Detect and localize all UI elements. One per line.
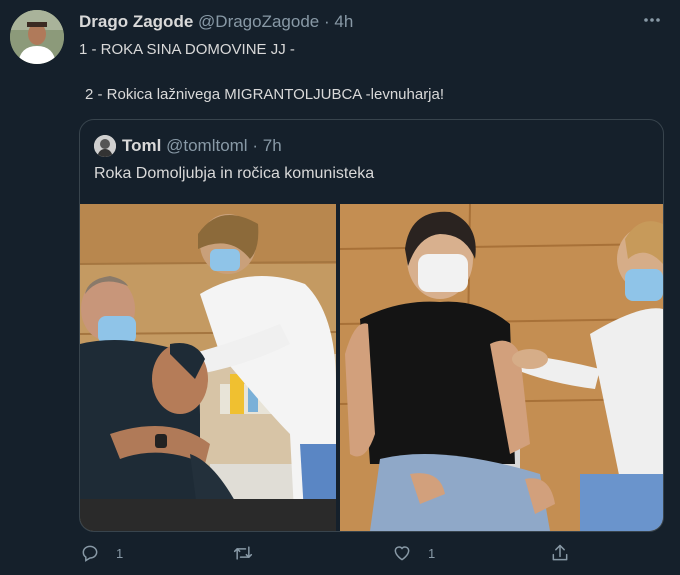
reply-count: 1 [116, 545, 124, 561]
photo-left[interactable] [80, 204, 336, 531]
tweet-header: Drago Zagode @DragoZagode · 4h [79, 12, 353, 32]
author-name[interactable]: Drago Zagode [79, 12, 193, 31]
quoted-tweet-header: Toml @tomltoml · 7h [122, 136, 282, 156]
author-handle[interactable]: @DragoZagode [198, 12, 319, 31]
retweet-button[interactable] [232, 543, 270, 563]
photo-left-image [80, 204, 336, 531]
reply-icon [80, 543, 100, 563]
like-button[interactable]: 1 [392, 543, 435, 563]
photo-right-image [340, 204, 663, 531]
like-icon [392, 543, 412, 563]
retweet-icon [232, 543, 254, 563]
quoted-tweet[interactable]: Toml @tomltoml · 7h Roka Domoljubja in r… [79, 119, 664, 532]
quoted-avatar-image [94, 135, 116, 157]
author-avatar-image [10, 10, 64, 64]
separator-dot: · [323, 12, 330, 31]
tweet-text-line-1: 1 - ROKA SINA DOMOVINE JJ - [79, 41, 295, 58]
author-avatar[interactable] [10, 10, 64, 64]
tweet-text-line-2: 2 - Rokica lažnivega MIGRANTOLJUBCA -lev… [85, 86, 445, 103]
like-count: 1 [428, 545, 436, 561]
quoted-tweet-time[interactable]: 7h [263, 136, 282, 155]
tweet-time[interactable]: 4h [334, 12, 353, 31]
tweet-actions: 1 1 [0, 543, 680, 573]
share-button[interactable] [550, 543, 570, 563]
quoted-author-handle[interactable]: @tomltoml [166, 136, 248, 155]
photo-right[interactable] [340, 204, 663, 531]
share-icon [550, 543, 570, 563]
reply-button[interactable]: 1 [80, 543, 123, 563]
quoted-author-name[interactable]: Toml [122, 136, 161, 155]
quoted-separator-dot: · [252, 136, 258, 155]
quoted-author-avatar[interactable] [94, 135, 116, 157]
quoted-tweet-media [80, 204, 663, 531]
quoted-tweet-text: Roka Domoljubja in ročica komunisteka [94, 165, 375, 182]
more-horizontal-icon[interactable] [642, 10, 662, 36]
